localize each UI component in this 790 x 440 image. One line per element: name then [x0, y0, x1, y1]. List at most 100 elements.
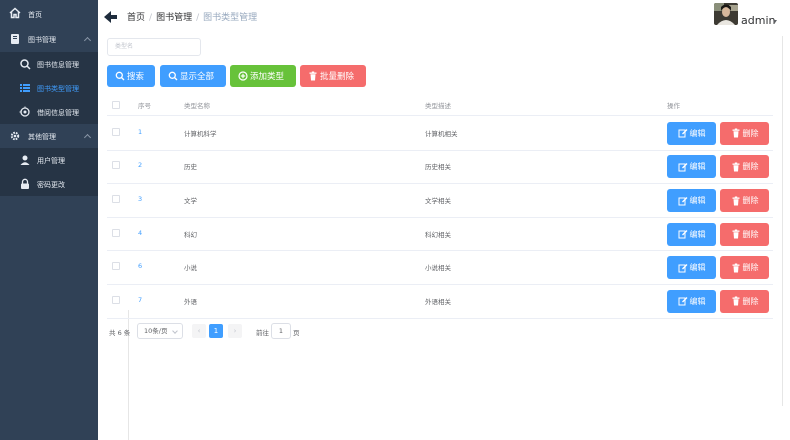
sidebar-item-label: 首页 — [28, 11, 42, 19]
row-checkbox[interactable] — [112, 161, 120, 170]
edit-button[interactable]: 编辑 — [667, 121, 716, 145]
edit-button[interactable]: 编辑 — [667, 222, 716, 246]
page-size-value: 10条/页 — [144, 327, 168, 335]
edit-button-label: 编辑 — [689, 196, 706, 205]
delete-button[interactable]: 删除 — [720, 289, 769, 313]
edit-icon — [678, 296, 688, 306]
edit-icon — [678, 128, 688, 138]
page-size-select[interactable]: 10条/页 — [137, 323, 183, 339]
sidebar-item-label: 图书类型管理 — [37, 85, 79, 93]
search-icon — [168, 71, 178, 81]
goto-page-input[interactable]: 1 — [271, 323, 291, 339]
batch-delete-button-label: 批量删除 — [320, 72, 355, 82]
delete-button-label: 删除 — [742, 296, 759, 306]
delete-button[interactable]: 删除 — [720, 155, 769, 179]
user-icon — [19, 154, 31, 166]
row-index: 3 — [138, 195, 143, 203]
sidebar-item-book-management[interactable]: 图书管理 — [0, 27, 98, 51]
row-index: 2 — [138, 161, 143, 170]
edit-button[interactable]: 编辑 — [667, 289, 716, 313]
trash-icon — [731, 229, 741, 239]
batch-delete-button[interactable]: 批量删除 — [300, 65, 366, 87]
back-arrow-icon[interactable] — [104, 8, 118, 23]
sidebar-item-book-type[interactable]: 图书类型管理 — [0, 76, 98, 100]
prev-page-button[interactable]: ‹ — [192, 324, 206, 338]
sidebar-item-book-info[interactable]: 图书信息管理 — [0, 52, 98, 76]
row-type-desc: 计算机相关 — [425, 129, 458, 138]
sidebar-item-other-management[interactable]: 其他管理 — [0, 124, 98, 148]
table-header: 序号 类型名称 类型描述 操作 — [107, 94, 773, 116]
edit-button-label: 编辑 — [689, 296, 706, 306]
page-suffix-label: 页 — [293, 329, 300, 337]
delete-button[interactable]: 删除 — [720, 256, 769, 280]
add-type-button[interactable]: 添加类型 — [230, 65, 296, 87]
delete-button-label: 删除 — [742, 128, 759, 138]
page-number-button[interactable]: 1 — [209, 324, 223, 338]
delete-button[interactable]: 删除 — [720, 189, 769, 212]
row-type-desc: 小说相关 — [425, 264, 451, 273]
sidebar-item-label: 其他管理 — [28, 133, 56, 141]
breadcrumb: 首页 / 图书管理 / 图书类型管理 — [127, 10, 257, 23]
row-divider — [107, 183, 773, 185]
breadcrumb-book-management[interactable]: 图书管理 — [156, 13, 192, 23]
row-checkbox[interactable] — [112, 262, 120, 271]
show-all-button[interactable]: 显示全部 — [160, 65, 226, 87]
sidebar-item-label: 图书信息管理 — [37, 61, 79, 69]
delete-button-label: 删除 — [742, 196, 759, 205]
row-checkbox[interactable] — [112, 295, 120, 304]
book-icon — [9, 33, 21, 45]
chevron-up-icon — [83, 133, 92, 142]
delete-button[interactable]: 删除 — [720, 121, 769, 145]
column-header-actions: 操作 — [667, 102, 680, 110]
select-all-checkbox[interactable] — [112, 101, 120, 109]
edit-icon — [678, 162, 688, 172]
row-index: 7 — [138, 295, 143, 304]
column-header-type-name: 类型名称 — [184, 102, 210, 110]
row-checkbox[interactable] — [112, 195, 120, 203]
search-button[interactable]: 搜索 — [107, 65, 155, 87]
type-name-search-input[interactable]: 类型名 — [107, 38, 201, 56]
breadcrumb-separator: / — [196, 13, 200, 23]
column-header-index: 序号 — [138, 102, 151, 110]
row-divider — [107, 317, 773, 319]
username-dropdown[interactable]: admin — [741, 14, 775, 27]
goto-label: 前往 — [256, 329, 269, 337]
search-button-label: 搜索 — [127, 72, 145, 82]
delete-button-label: 删除 — [742, 162, 759, 172]
row-checkbox[interactable] — [112, 228, 120, 237]
sidebar-item-borrow-info[interactable]: 借阅信息管理 — [0, 100, 98, 124]
row-type-desc: 文学相关 — [425, 197, 451, 205]
sidebar-item-user-management[interactable]: 用户管理 — [0, 148, 98, 172]
breadcrumb-separator: / — [149, 13, 153, 23]
next-page-button[interactable]: › — [228, 324, 242, 338]
row-type-name: 计算机科学 — [184, 129, 217, 138]
edit-icon — [678, 263, 688, 273]
edit-button-label: 编辑 — [689, 263, 706, 273]
row-index: 6 — [138, 262, 143, 271]
row-type-desc: 历史相关 — [425, 163, 451, 172]
edit-button[interactable]: 编辑 — [667, 155, 716, 179]
delete-button-label: 删除 — [742, 263, 759, 273]
edit-button[interactable]: 编辑 — [667, 189, 716, 212]
row-type-name: 外语 — [184, 297, 197, 306]
edit-button-label: 编辑 — [689, 162, 706, 172]
row-type-name: 科幻 — [184, 230, 197, 239]
trash-icon — [308, 71, 318, 81]
avatar[interactable] — [714, 3, 738, 25]
delete-button[interactable]: 删除 — [720, 222, 769, 246]
row-index: 1 — [138, 127, 143, 136]
sidebar-item-home[interactable]: 首页 — [0, 2, 98, 26]
delete-button-label: 删除 — [742, 229, 759, 239]
pagination-total: 共 6 条 — [109, 329, 131, 337]
row-type-desc: 科幻相关 — [425, 230, 451, 239]
search-icon — [115, 71, 125, 81]
row-type-name: 历史 — [184, 163, 197, 172]
row-type-name: 文学 — [184, 197, 197, 205]
add-type-button-label: 添加类型 — [250, 72, 285, 82]
row-checkbox[interactable] — [112, 127, 120, 136]
row-divider — [107, 149, 773, 151]
add-circle-icon — [238, 71, 248, 81]
edit-button[interactable]: 编辑 — [667, 256, 716, 280]
breadcrumb-home[interactable]: 首页 — [127, 13, 145, 23]
sidebar-item-change-password[interactable]: 密码更改 — [0, 172, 98, 196]
